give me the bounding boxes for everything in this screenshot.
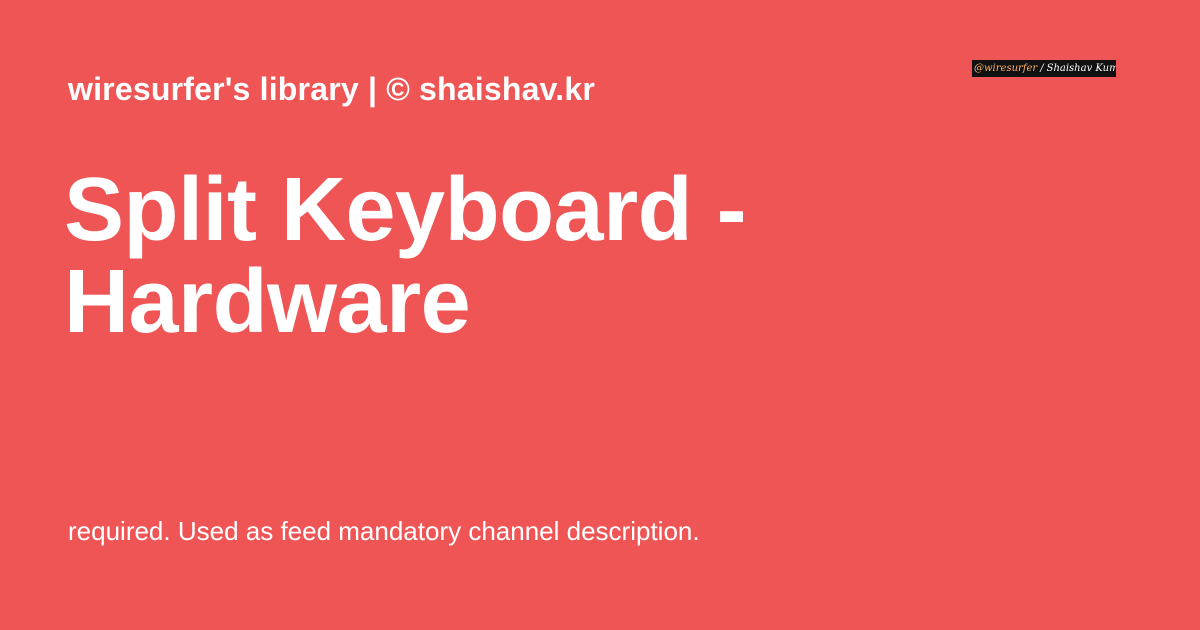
site-title: wiresurfer's library | © shaishav.kr: [68, 71, 595, 107]
author-badge: @wiresurfer/Shaishav Kumar: [972, 60, 1116, 77]
page-title-line-2: Hardware: [64, 252, 471, 352]
badge-handle: @wiresurfer: [974, 63, 1038, 74]
social-card: wiresurfer's library | © shaishav.kr @wi…: [0, 0, 1200, 630]
channel-description: required. Used as feed mandatory channel…: [68, 516, 700, 546]
page-title-line-1: Split Keyboard -: [64, 160, 747, 260]
badge-separator: /: [1040, 63, 1044, 74]
badge-author: Shaishav Kumar: [1046, 63, 1116, 74]
page-title: Split Keyboard - Hardware: [64, 164, 824, 348]
